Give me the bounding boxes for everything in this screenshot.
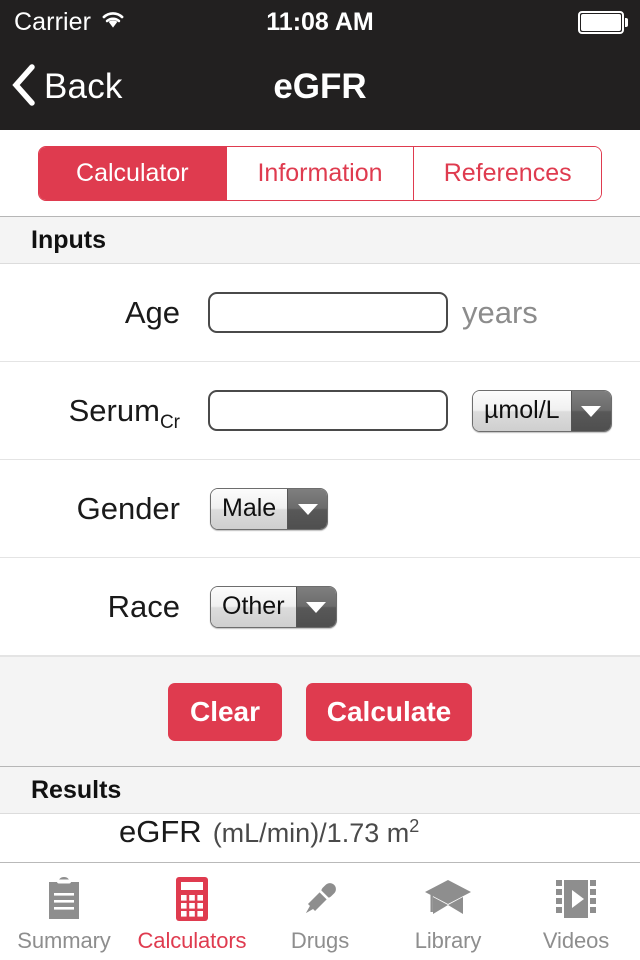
tab-bar-label-calculators: Calculators [137,927,247,953]
result-egfr-units: (mL/min)/1.73 m2 [212,816,420,848]
page-title: eGFR [273,67,367,106]
pipette-icon [298,876,342,922]
tab-information[interactable]: Information [226,147,415,200]
age-label: Age [124,295,180,330]
result-row-egfr: eGFR (mL/min)/1.73 m2 [0,814,640,850]
results-section-header: Results [0,766,640,814]
race-label: Race [107,589,180,624]
gender-select[interactable]: Male [210,487,329,530]
tab-bar-label-library: Library [414,927,482,953]
tab-calculator[interactable]: Calculator [39,147,227,200]
results-list: eGFR (mL/min)/1.73 m2 [0,814,640,862]
clear-button[interactable]: Clear [168,682,282,741]
bottom-tab-bar: Summary Calculators Drugs Library Videos [0,862,640,960]
tab-bar-item-library[interactable]: Library [384,863,512,960]
inputs-section-header: Inputs [0,216,640,264]
serum-cr-unit-select[interactable]: µmol/L [472,389,612,432]
calculator-icon [173,876,211,922]
gender-select-value: Male [211,488,288,529]
race-select-value: Other [211,586,296,627]
app-root: Carrier 11:08 AM Back eGFR Calculator In… [0,0,640,960]
result-egfr-label: eGFR [119,814,202,849]
calculate-button[interactable]: Calculate [306,682,472,741]
inputs-section-label: Inputs [31,225,106,254]
chevron-down-icon [287,488,328,529]
segmented-control-zone: Calculator Information References [0,130,640,216]
serum-cr-unit-value: µmol/L [473,390,571,431]
chevron-down-icon [295,586,336,627]
tab-bar-item-summary[interactable]: Summary [0,863,128,960]
tab-bar-item-drugs[interactable]: Drugs [256,863,384,960]
race-select[interactable]: Other [210,585,337,628]
row-serum-creatinine: SerumCr µmol/L [0,362,640,460]
age-input[interactable] [208,292,448,333]
age-unit-label: years [462,294,538,330]
tab-bar-label-videos: Videos [542,927,610,953]
row-gender: Gender Male [0,460,640,558]
clipboard-icon [44,876,84,922]
segmented-control[interactable]: Calculator Information References [38,146,602,201]
tab-references[interactable]: References [414,147,601,200]
tab-bar-label-drugs: Drugs [290,927,350,953]
film-play-icon [554,876,598,922]
status-bar-time: 11:08 AM [266,7,374,36]
row-age: Age years [0,264,640,362]
serum-cr-input[interactable] [208,390,448,431]
inputs-form: Age years SerumCr µmol/L Gender Male Rac… [0,264,640,656]
status-bar: Carrier 11:08 AM [0,0,640,44]
action-button-bar: Clear Calculate [0,656,640,766]
chevron-down-icon [570,390,611,431]
gender-label: Gender [76,491,180,526]
navigation-bar: Back eGFR [0,44,640,130]
serum-cr-label: SerumCr [68,393,180,433]
tab-bar-label-summary: Summary [17,927,111,953]
row-race: Race Other [0,558,640,656]
battery-icon [577,0,628,44]
tab-bar-item-calculators[interactable]: Calculators [128,863,256,960]
tab-bar-item-videos[interactable]: Videos [512,863,640,960]
results-section-label: Results [31,775,122,804]
graduation-cap-icon [424,876,472,922]
